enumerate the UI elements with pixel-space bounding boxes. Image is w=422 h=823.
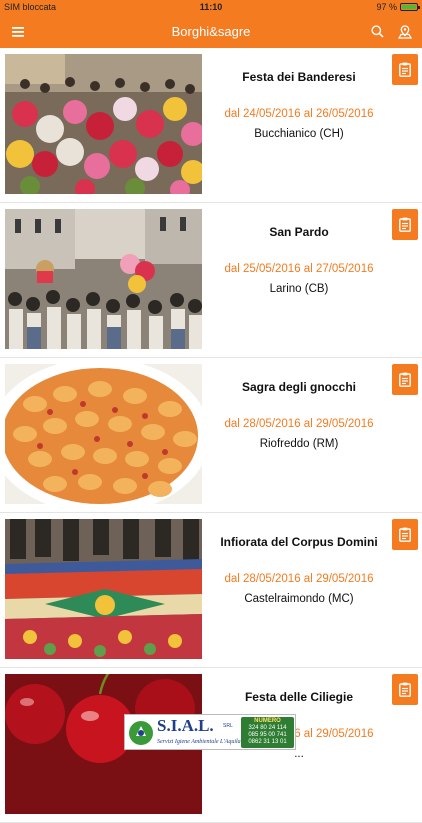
event-town: Bucchianico (CH): [254, 128, 344, 140]
event-dates: dal 25/05/2016 al 27/05/2016: [224, 263, 374, 275]
event-detail-button[interactable]: [392, 519, 418, 550]
status-bar: SIM bloccata 11:10 97 %: [0, 0, 422, 15]
clock: 11:10: [199, 2, 223, 12]
battery-status: 97 %: [376, 2, 420, 12]
map-pin-icon: [398, 24, 412, 39]
ad-tagline: Servizi Igiene Ambientale L'Aquila: [157, 739, 241, 745]
list-item[interactable]: Festa dei Banderesi dal 24/05/2016 al 26…: [0, 48, 422, 203]
nav-bar: Borghi&sagre: [0, 15, 422, 48]
event-detail-button[interactable]: [392, 674, 418, 705]
ad-phone: 085 95 00 741: [248, 732, 287, 738]
event-detail-button[interactable]: [392, 364, 418, 395]
event-town: Larino (CB): [269, 283, 329, 295]
ad-brand: S.I.A.L.: [157, 716, 214, 735]
battery-percent: 97 %: [376, 2, 397, 12]
ad-phone: 0862 31 13 01: [248, 739, 287, 745]
event-name: San Pardo: [269, 225, 329, 239]
ad-phone-box: NUMERO 324 80 24 114 085 95 00 741 0862 …: [241, 717, 294, 748]
event-town: Riofreddo (RM): [259, 438, 339, 450]
clipboard-icon: [399, 372, 411, 387]
event-dates: dal 28/05/2016 al 29/05/2016: [224, 573, 374, 585]
ad-phone: 324 80 24 114: [248, 725, 287, 731]
event-dates: dal 28/05/2016 al 29/05/2016: [224, 418, 374, 430]
map-button[interactable]: [388, 15, 422, 48]
clipboard-icon: [399, 527, 411, 542]
page-title: Borghi&sagre: [171, 24, 251, 39]
recycle-logo-icon: [129, 721, 153, 745]
clipboard-icon: [399, 217, 411, 232]
event-list: Festa dei Banderesi dal 24/05/2016 al 26…: [0, 48, 422, 823]
ad-banner[interactable]: S.I.A.L. SRL Servizi Igiene Ambientale L…: [124, 714, 296, 750]
ad-phone-label: NUMERO: [254, 718, 281, 724]
event-photo[interactable]: [5, 209, 202, 349]
event-photo[interactable]: [5, 364, 202, 504]
list-item[interactable]: Infiorata del Corpus Domini dal 28/05/20…: [0, 513, 422, 668]
list-item[interactable]: Sagra degli gnocchi dal 28/05/2016 al 29…: [0, 358, 422, 513]
event-dates: dal 24/05/2016 al 26/05/2016: [224, 108, 374, 120]
clipboard-icon: [399, 682, 411, 697]
event-name: Infiorata del Corpus Domini: [220, 535, 378, 549]
clipboard-icon: [399, 62, 411, 77]
event-detail-button[interactable]: [392, 54, 418, 85]
event-town: Castelraimondo (MC): [244, 593, 354, 605]
battery-icon: [400, 3, 420, 11]
ad-brand-suffix: SRL: [223, 723, 233, 729]
event-detail-button[interactable]: [392, 209, 418, 240]
event-name: Sagra degli gnocchi: [241, 380, 357, 394]
event-photo[interactable]: [5, 54, 202, 194]
list-item[interactable]: San Pardo dal 25/05/2016 al 27/05/2016 L…: [0, 203, 422, 358]
event-name: Festa delle Ciliegie: [244, 690, 354, 704]
search-icon: [370, 25, 384, 38]
event-photo[interactable]: [5, 519, 202, 659]
event-name: Festa dei Banderesi: [242, 70, 356, 84]
